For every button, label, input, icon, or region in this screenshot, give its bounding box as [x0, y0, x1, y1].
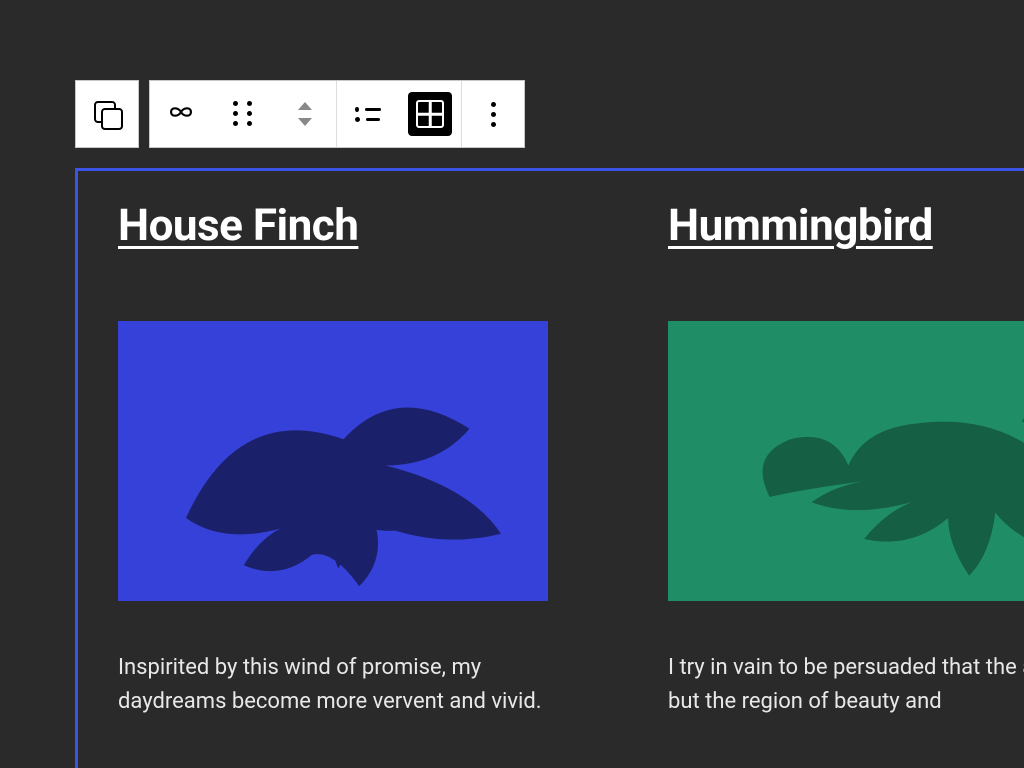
grid-view-button[interactable] [399, 81, 461, 147]
bird-illustration [123, 326, 543, 601]
more-options-icon [491, 102, 496, 127]
toolbar-group-block-type [75, 80, 139, 148]
drag-handle-button[interactable] [212, 81, 274, 147]
list-view-button[interactable] [337, 81, 399, 147]
infinity-icon [164, 101, 198, 127]
pattern-button[interactable] [150, 81, 212, 147]
column-image[interactable] [668, 321, 1024, 601]
toolbar-group-main [149, 80, 525, 148]
column-title[interactable]: Hummingbird [668, 199, 1024, 251]
column-image[interactable] [118, 321, 548, 601]
bird-illustration [707, 326, 1024, 601]
more-options-button[interactable] [462, 81, 524, 147]
column-body[interactable]: Inspirited by this wind of promise, my d… [118, 651, 558, 719]
column-1[interactable]: House Finch Inspirited by this wind of p… [118, 199, 558, 719]
block-toolbar [75, 80, 525, 148]
block-copy-icon [94, 101, 120, 127]
move-up-down-icon [298, 102, 312, 126]
selected-block-outline: House Finch Inspirited by this wind of p… [75, 168, 1024, 768]
columns-block[interactable]: House Finch Inspirited by this wind of p… [118, 199, 1024, 719]
column-body[interactable]: I try in vain to be persuaded that the a… [668, 651, 1024, 719]
list-view-icon [355, 102, 381, 127]
column-2[interactable]: Hummingbird I try in vain to be persuade… [668, 199, 1024, 719]
drag-handle-icon [232, 103, 254, 125]
move-up-down-button[interactable] [274, 81, 336, 147]
column-title[interactable]: House Finch [118, 199, 558, 251]
grid-view-icon [408, 92, 452, 136]
block-type-button[interactable] [76, 81, 138, 147]
